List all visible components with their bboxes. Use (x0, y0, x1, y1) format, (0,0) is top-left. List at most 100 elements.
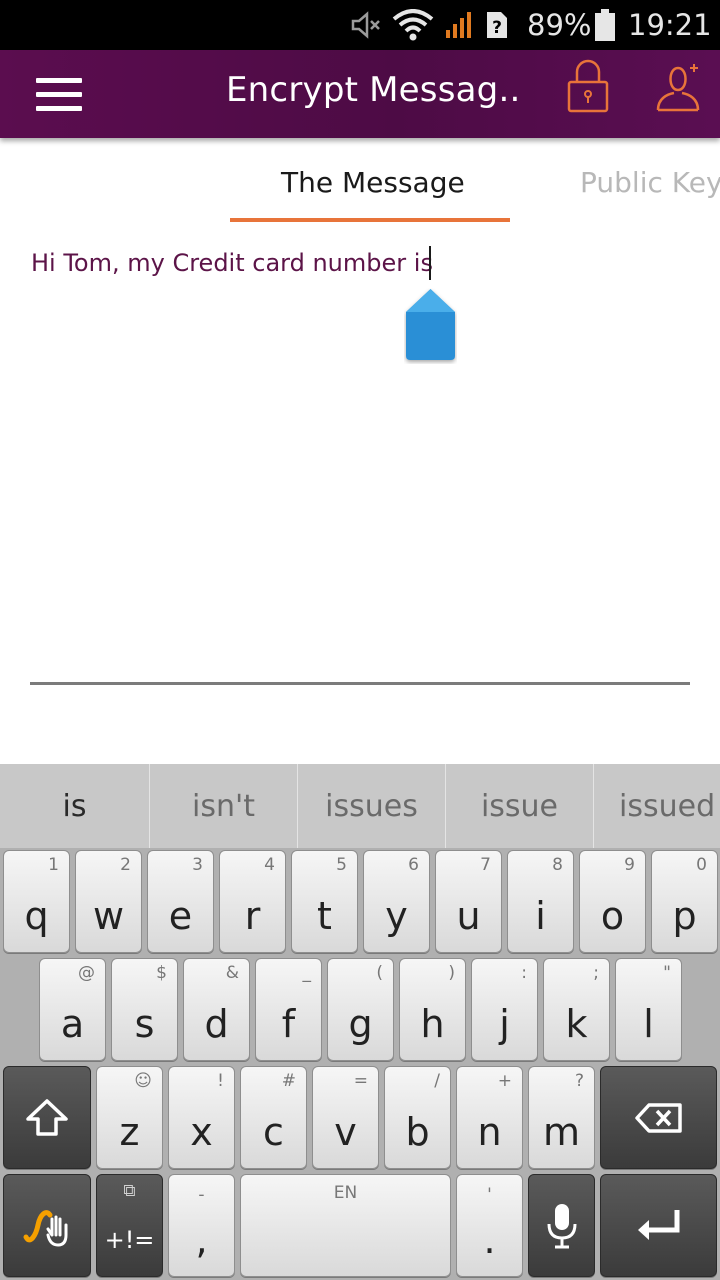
menu-icon (36, 78, 82, 83)
tab-public-key[interactable]: Public Key (580, 166, 720, 199)
enter-key[interactable] (600, 1174, 717, 1277)
key-d[interactable]: & d (183, 958, 250, 1061)
key-label: p (672, 894, 697, 938)
suggestion-item[interactable]: isn't (150, 764, 297, 848)
add-contact-button[interactable] (654, 62, 702, 114)
key-c[interactable]: # c (240, 1066, 307, 1169)
sim-unknown-icon: ? (485, 0, 509, 50)
message-input[interactable] (30, 236, 690, 684)
key-l[interactable]: " l (615, 958, 682, 1061)
key-hint: ? (574, 1071, 584, 1091)
active-tab-indicator (230, 218, 510, 222)
key-g[interactable]: (g (327, 958, 394, 1061)
key-f[interactable]: _ f (255, 958, 322, 1061)
swype-key[interactable] (3, 1174, 91, 1277)
clock: 19:21 (628, 8, 712, 42)
key-hint: : (521, 963, 527, 983)
battery-percent: 89% (527, 8, 592, 42)
key-y[interactable]: 6y (363, 850, 430, 953)
key-e[interactable]: 3e (147, 850, 214, 953)
key-hint: & (225, 963, 239, 983)
menu-button[interactable] (36, 78, 82, 112)
key-label: r (244, 894, 261, 938)
app-bar: Encrypt Messag.. (0, 50, 720, 138)
text-selection-handle[interactable] (404, 288, 457, 364)
key-hint: ) (448, 963, 455, 983)
suggestion-item[interactable]: issue (446, 764, 593, 848)
key-hint: 6 (408, 855, 419, 875)
key-s[interactable]: $ s (111, 958, 178, 1061)
key-label: y (385, 894, 408, 938)
backspace-icon (634, 1102, 682, 1133)
key-t[interactable]: 5t (291, 850, 358, 953)
key-v[interactable]: = v (312, 1066, 379, 1169)
backspace-key[interactable] (600, 1066, 717, 1169)
key-h[interactable]: ) h (399, 958, 466, 1061)
key-label: q (24, 894, 49, 938)
key-label: w (92, 894, 125, 938)
key-m[interactable]: ? m (528, 1066, 595, 1169)
key-label: h (420, 1002, 445, 1046)
key-n[interactable]: + n (456, 1066, 523, 1169)
suggestion-item[interactable]: issues (298, 764, 445, 848)
key-hint: 1 (48, 855, 59, 875)
symbols-key[interactable]: ⧉ +!= (96, 1174, 163, 1277)
period-key[interactable]: ' . (456, 1174, 523, 1277)
suggestion-item[interactable]: is (0, 764, 149, 848)
text-cursor (429, 246, 431, 280)
key-x[interactable]: ! x (168, 1066, 235, 1169)
clipboard-icon: ⧉ (123, 1181, 136, 1201)
signal-icon (444, 0, 474, 50)
lock-icon (567, 59, 609, 113)
key-p[interactable]: 0p (651, 850, 718, 953)
key-hint: _ (302, 963, 312, 983)
voice-input-key[interactable] (528, 1174, 595, 1277)
comma-key[interactable]: - , (168, 1174, 235, 1277)
key-q[interactable]: 1q (3, 850, 70, 953)
page-title: Encrypt Messag.. (226, 70, 521, 110)
battery-icon (594, 0, 616, 50)
message-text: Hi Tom, my Credit card number is (31, 249, 433, 277)
space-key[interactable]: EN (240, 1174, 451, 1277)
shift-key[interactable] (3, 1066, 91, 1169)
key-w[interactable]: 2w (75, 850, 142, 953)
key-hint: 8 (552, 855, 563, 875)
key-label: v (334, 1110, 357, 1154)
enter-icon (637, 1209, 679, 1240)
key-label: x (190, 1110, 213, 1154)
key-hint: $ (156, 963, 167, 983)
key-hint: 4 (264, 855, 275, 875)
key-label: m (542, 1110, 581, 1154)
key-label: a (60, 1002, 85, 1046)
key-a[interactable]: @ a (39, 958, 106, 1061)
key-hint: = (353, 1071, 368, 1091)
key-k[interactable]: ; k (543, 958, 610, 1061)
tab-the-message[interactable]: The Message (281, 166, 465, 199)
key-i[interactable]: 8i (507, 850, 574, 953)
key-label: n (477, 1110, 502, 1154)
key-label: c (263, 1110, 284, 1154)
key-o[interactable]: 9o (579, 850, 646, 953)
key-hint: # (281, 1071, 296, 1091)
wifi-icon (392, 0, 434, 50)
shift-icon (26, 1098, 68, 1136)
mute-icon (350, 0, 382, 50)
key-hint: ; (593, 963, 599, 983)
key-label: i (535, 894, 546, 938)
key-label: s (134, 1002, 155, 1046)
key-z[interactable]: ☺ z (96, 1066, 163, 1169)
key-hint: + (497, 1071, 512, 1091)
key-hint: 7 (480, 855, 491, 875)
input-underline (30, 682, 690, 685)
key-hint: " (663, 963, 671, 983)
key-label: g (348, 1002, 373, 1046)
key-hint: @ (78, 963, 95, 983)
key-b[interactable]: / b (384, 1066, 451, 1169)
key-r[interactable]: 4r (219, 850, 286, 953)
suggestion-item[interactable]: issued (594, 764, 720, 848)
key-j[interactable]: :j (471, 958, 538, 1061)
key-label: o (600, 894, 625, 938)
lock-button[interactable] (566, 58, 610, 116)
key-label: d (204, 1002, 229, 1046)
key-u[interactable]: 7u (435, 850, 502, 953)
